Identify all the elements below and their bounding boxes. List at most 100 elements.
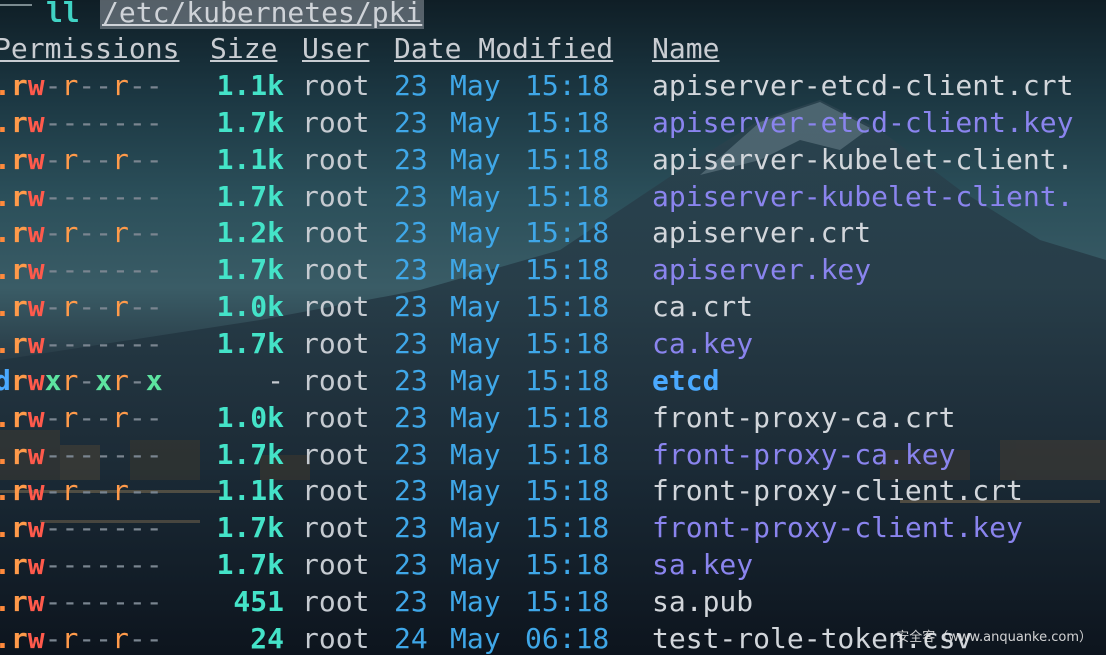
file-name[interactable]: apiserver-kubelet-client. <box>652 142 1073 178</box>
date-day-cell: 23 <box>394 142 428 176</box>
file-name[interactable]: apiserver.key <box>652 252 871 288</box>
permissions-cell: .rw-r--r-- <box>0 69 163 102</box>
date-month-cell: May <box>450 511 501 545</box>
date-time-cell: 15:18 <box>525 253 610 287</box>
size-cell: 1.7k <box>216 326 284 360</box>
permissions-cell: .rw------- <box>0 511 163 545</box>
user-cell: root <box>302 290 370 324</box>
permissions-cell: .rw------- <box>0 437 163 471</box>
header-permissions: Permissions <box>0 32 180 65</box>
date-day-cell: 23 <box>394 290 428 324</box>
permissions-cell: .rw-r--r-- <box>0 290 163 324</box>
size-cell: 1.7k <box>216 253 284 287</box>
file-name[interactable]: front-proxy-client.key <box>652 510 1023 546</box>
user-cell: root <box>302 621 370 655</box>
date-day-cell: 24 <box>394 621 428 655</box>
date-month-cell: May <box>450 363 501 397</box>
file-name[interactable]: sa.pub <box>652 584 753 620</box>
command-prompt: ll /etc/kubernetes/pki <box>0 0 425 29</box>
header-date-modified: Date Modified <box>394 32 614 65</box>
permissions-cell: .rw------- <box>0 253 163 287</box>
listing-header: Permissions Size User Date Modified Name <box>0 31 719 67</box>
permissions-cell: drwxr-xr-x <box>0 363 163 397</box>
size-cell: 1.7k <box>216 437 284 471</box>
date-time-cell: 15:18 <box>525 216 610 250</box>
permissions-cell: .rw-r--r-- <box>0 142 163 176</box>
user-cell: root <box>302 69 370 102</box>
file-name[interactable]: apiserver-etcd-client.key <box>652 105 1073 141</box>
date-day-cell: 23 <box>394 437 428 471</box>
user-cell: root <box>302 474 370 508</box>
date-time-cell: 15:18 <box>525 474 610 508</box>
date-time-cell: 15:18 <box>525 69 610 102</box>
date-day-cell: 23 <box>394 548 428 582</box>
date-time-cell: 15:18 <box>525 142 610 176</box>
size-cell: 1.1k <box>216 474 284 508</box>
date-day-cell: 23 <box>394 400 428 434</box>
date-day-cell: 23 <box>394 363 428 397</box>
file-name[interactable]: front-proxy-client.crt <box>652 473 1023 509</box>
date-month-cell: May <box>450 69 501 102</box>
date-time-cell: 15:18 <box>525 584 610 618</box>
date-day-cell: 23 <box>394 474 428 508</box>
user-cell: root <box>302 363 370 397</box>
user-cell: root <box>302 548 370 582</box>
file-name[interactable]: front-proxy-ca.key <box>652 437 955 473</box>
date-day-cell: 23 <box>394 216 428 250</box>
user-cell: root <box>302 400 370 434</box>
size-cell: 1.7k <box>216 105 284 139</box>
size-cell: 1.1k <box>216 69 284 102</box>
header-size: Size <box>210 32 278 65</box>
date-time-cell: 06:18 <box>525 621 610 655</box>
date-month-cell: May <box>450 437 501 471</box>
header-user: User <box>302 32 370 65</box>
file-name[interactable]: apiserver.crt <box>652 215 871 251</box>
date-month-cell: May <box>450 105 501 139</box>
user-cell: root <box>302 142 370 176</box>
size-cell: 1.7k <box>216 548 284 582</box>
date-time-cell: 15:18 <box>525 363 610 397</box>
file-name[interactable]: apiserver-etcd-client.crt <box>652 68 1073 104</box>
size-cell: - <box>267 363 284 397</box>
user-cell: root <box>302 511 370 545</box>
date-day-cell: 23 <box>394 584 428 618</box>
date-time-cell: 15:18 <box>525 290 610 324</box>
header-name: Name <box>652 32 720 65</box>
prompt-marker <box>0 4 32 6</box>
date-time-cell: 15:18 <box>525 105 610 139</box>
file-name[interactable]: ca.key <box>652 326 753 362</box>
date-time-cell: 15:18 <box>525 326 610 360</box>
permissions-cell: .rw------- <box>0 548 163 582</box>
user-cell: root <box>302 437 370 471</box>
size-cell: 1.1k <box>216 142 284 176</box>
date-month-cell: May <box>450 290 501 324</box>
permissions-cell: .rw------- <box>0 584 163 618</box>
user-cell: root <box>302 105 370 139</box>
date-month-cell: May <box>450 142 501 176</box>
file-name[interactable]: apiserver-kubelet-client. <box>652 179 1073 215</box>
size-cell: 1.7k <box>216 179 284 213</box>
file-name[interactable]: sa.key <box>652 547 753 583</box>
size-cell: 1.0k <box>216 290 284 324</box>
date-time-cell: 15:18 <box>525 511 610 545</box>
date-day-cell: 23 <box>394 511 428 545</box>
user-cell: root <box>302 584 370 618</box>
size-cell: 451 <box>233 584 284 618</box>
date-month-cell: May <box>450 253 501 287</box>
permissions-cell: .rw-r--r-- <box>0 400 163 434</box>
file-name[interactable]: ca.crt <box>652 289 753 325</box>
date-month-cell: May <box>450 548 501 582</box>
user-cell: root <box>302 216 370 250</box>
date-day-cell: 23 <box>394 179 428 213</box>
user-cell: root <box>302 253 370 287</box>
terminal-window[interactable]: ll /etc/kubernetes/pki Permissions Size … <box>0 0 1106 655</box>
size-cell: 1.7k <box>216 511 284 545</box>
user-cell: root <box>302 179 370 213</box>
directory-name[interactable]: etcd <box>652 363 719 399</box>
date-day-cell: 23 <box>394 326 428 360</box>
date-month-cell: May <box>450 326 501 360</box>
date-time-cell: 15:18 <box>525 437 610 471</box>
file-name[interactable]: front-proxy-ca.crt <box>652 400 955 436</box>
permissions-cell: .rw------- <box>0 105 163 139</box>
date-month-cell: May <box>450 584 501 618</box>
